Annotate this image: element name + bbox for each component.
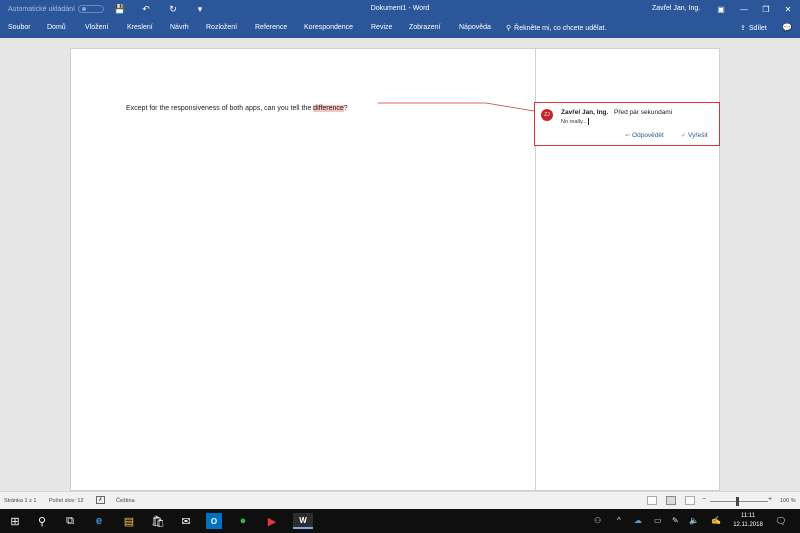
tab-home[interactable]: Domů xyxy=(47,24,66,31)
zoom-level[interactable]: 100 % xyxy=(780,498,796,504)
signed-in-user[interactable]: Zavřel Jan, Ing. xyxy=(652,5,700,12)
search-icon[interactable]: ⚲ xyxy=(34,513,50,529)
ribbon-tabs: Soubor Domů Vložení Kreslení Návrh Rozlo… xyxy=(0,18,800,38)
windows-ink-icon[interactable]: ✍ xyxy=(711,516,721,525)
onedrive-icon[interactable]: ☁ xyxy=(634,516,642,525)
task-view-icon[interactable]: ⧉ xyxy=(62,513,78,529)
zoom-out-button[interactable]: − xyxy=(702,496,706,503)
tab-review[interactable]: Revize xyxy=(371,24,392,31)
outlook-icon[interactable]: O xyxy=(206,513,222,529)
zoom-in-button[interactable]: + xyxy=(768,496,772,503)
windows-taskbar: ⊞ ⚲ ⧉ e ▤ 🛍 ✉ O ● ▶ W ⚇ ^ ☁ ▭ ✎ 🔈 ✍ 11:1… xyxy=(0,509,800,533)
minimize-button[interactable]: — xyxy=(737,3,751,15)
comment-author: Zavřel Jan, Ing. xyxy=(561,109,609,116)
read-mode-button[interactable] xyxy=(647,496,657,505)
search-icon: ⚲ xyxy=(506,25,512,32)
share-icon: ⇪ xyxy=(740,25,746,32)
reply-button[interactable]: ↩ Odpovědět xyxy=(625,132,664,139)
resolve-label: Vyřešit xyxy=(688,132,708,139)
document-body-text[interactable]: Except for the responsiveness of both ap… xyxy=(126,105,348,112)
battery-icon[interactable]: ▭ xyxy=(654,516,662,525)
edge-icon[interactable]: e xyxy=(91,513,107,529)
zoom-slider-thumb[interactable] xyxy=(736,497,739,506)
status-bar: Stránka 1 z 1 Počet slov: 12 ✗ Čeština −… xyxy=(0,491,800,509)
people-icon[interactable]: ⚇ xyxy=(594,516,601,525)
close-button[interactable]: ✕ xyxy=(781,3,795,15)
file-explorer-icon[interactable]: ▤ xyxy=(121,513,137,529)
tell-me-label: Řekněte mi, co chcete udělat. xyxy=(514,24,607,32)
tell-me-search[interactable]: ⚲ Řekněte mi, co chcete udělat. xyxy=(506,24,607,33)
show-hidden-icons-chevron-icon[interactable]: ^ xyxy=(617,516,621,525)
share-label: Sdílet xyxy=(748,24,767,32)
title-bar: Automatické ukládání 💾 ↶ ↻ ▾ Dokument1 -… xyxy=(0,0,800,18)
avatar: ZJ xyxy=(541,109,553,121)
web-layout-button[interactable] xyxy=(685,496,695,505)
clock-time: 11:11 xyxy=(740,513,756,519)
tab-mailings[interactable]: Korespondence xyxy=(304,24,353,31)
pen-icon[interactable]: ✎ xyxy=(672,516,679,525)
mail-icon[interactable]: ✉ xyxy=(178,513,194,529)
word-taskbar-icon[interactable]: W xyxy=(293,513,313,529)
reply-label: Odpovědět xyxy=(632,132,664,139)
body-text-end: ? xyxy=(343,105,348,112)
proofing-icon[interactable]: ✗ xyxy=(96,496,105,504)
commented-word[interactable]: difference xyxy=(313,105,344,112)
tab-layout[interactable]: Rozložení xyxy=(206,24,237,31)
restore-button[interactable]: ❐ xyxy=(759,3,773,15)
clock[interactable]: 11:11 12.11.2018 xyxy=(728,512,768,530)
comment-text-field[interactable]: No really... xyxy=(561,118,589,125)
volume-icon[interactable]: 🔈 xyxy=(689,516,699,525)
tab-help[interactable]: Nápověda xyxy=(459,24,491,31)
store-icon[interactable]: 🛍 xyxy=(150,513,166,529)
page-count[interactable]: Stránka 1 z 1 xyxy=(4,498,36,504)
resolve-icon: ✓ xyxy=(681,133,687,139)
notification-center-icon[interactable]: 🗨 xyxy=(773,513,789,529)
red-app-icon[interactable]: ▶ xyxy=(264,513,280,529)
clock-date: 12.11.2018 xyxy=(733,522,763,528)
reply-icon: ↩ xyxy=(625,133,631,139)
resolve-button[interactable]: ✓ Vyřešit xyxy=(681,132,708,139)
tab-view[interactable]: Zobrazení xyxy=(409,24,441,31)
tab-insert[interactable]: Vložení xyxy=(85,24,108,31)
tab-design[interactable]: Návrh xyxy=(170,24,189,31)
comment-text: No really... xyxy=(561,118,587,125)
text-caret xyxy=(587,118,589,125)
comment-timestamp: Před pár sekundami xyxy=(614,109,673,116)
tab-file[interactable]: Soubor xyxy=(8,24,31,31)
tab-references[interactable]: Reference xyxy=(255,24,287,31)
share-button[interactable]: ⇪ Sdílet xyxy=(740,24,767,33)
print-layout-button[interactable] xyxy=(666,496,676,505)
tab-draw[interactable]: Kreslení xyxy=(127,24,153,31)
comment-card[interactable]: ZJ Zavřel Jan, Ing. Před pár sekundami N… xyxy=(534,102,720,146)
zoom-slider[interactable] xyxy=(710,501,768,502)
language[interactable]: Čeština xyxy=(116,498,135,504)
body-text-start: Except for the responsiveness of both ap… xyxy=(126,105,314,112)
green-app-icon[interactable]: ● xyxy=(235,513,251,529)
word-count[interactable]: Počet slov: 12 xyxy=(49,498,84,504)
ribbon-display-options-icon[interactable]: ▣ xyxy=(714,3,728,15)
start-icon[interactable]: ⊞ xyxy=(7,513,23,529)
comments-icon[interactable]: 💬 xyxy=(782,23,792,32)
